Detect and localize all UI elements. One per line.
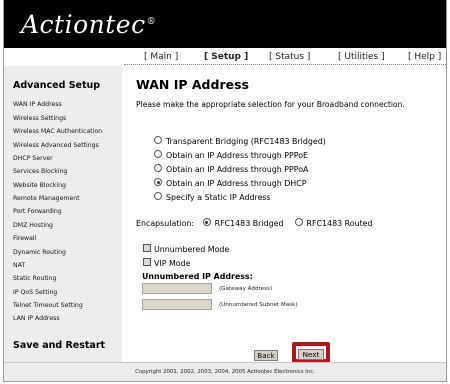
gateway-address-input[interactable] [142, 283, 212, 294]
sidebar-item-wireless-settings[interactable]: Wireless Settings [13, 115, 66, 122]
sidebar-item-dynamic-routing[interactable]: Dynamic Routing [13, 249, 66, 256]
unnumbered-mode-checkbox[interactable]: Unnumbered Mode [143, 244, 229, 254]
actiontec-logo: Actiontec® [21, 10, 157, 39]
option-pppoa[interactable]: Obtain an IP Address through PPPoA [154, 164, 308, 174]
radio-icon[interactable] [154, 164, 162, 172]
subnet-mask-label: (Unnumbered Subnet Mask) [219, 302, 298, 308]
radio-icon[interactable] [154, 136, 162, 144]
vip-mode-checkbox[interactable]: VIP Mode [143, 258, 191, 268]
radio-selected-icon[interactable] [154, 178, 162, 186]
nav-help[interactable]: [ Help ] [408, 52, 441, 62]
subnet-mask-input[interactable] [142, 299, 212, 310]
radio-icon[interactable] [154, 150, 162, 158]
sidebar-item-dhcp-server[interactable]: DHCP Server [13, 155, 53, 162]
encap-routed-label[interactable]: RFC1483 Routed [307, 219, 373, 228]
encap-bridged-label[interactable]: RFC1483 Bridged [215, 219, 284, 228]
page-title: WAN IP Address [136, 77, 249, 92]
gateway-address-label: (Gateway Address) [219, 286, 273, 292]
nav-divider [124, 64, 446, 65]
encapsulation-label: Encapsulation: [136, 219, 195, 228]
sidebar-item-nat[interactable]: NAT [13, 262, 25, 269]
option-static-ip[interactable]: Specify a Static IP Address [154, 192, 271, 202]
top-navigation: [ Main ] [ Setup ] [ Status ] [ Utilitie… [4, 52, 446, 64]
instruction-text: Please make the appropriate selection fo… [136, 100, 405, 109]
sidebar-item-services-blocking[interactable]: Services Blocking [13, 168, 67, 175]
sidebar-title: Advanced Setup [13, 80, 101, 91]
checkbox-icon[interactable] [143, 258, 151, 266]
nav-setup[interactable]: [ Setup ] [204, 52, 248, 62]
option-dhcp[interactable]: Obtain an IP Address through DHCP [154, 178, 307, 188]
sidebar-item-telnet-timeout-setting[interactable]: Telnet Timeout Setting [13, 302, 83, 309]
sidebar-item-wireless-mac-authentication[interactable]: Wireless MAC Authentication [13, 128, 102, 135]
sidebar-item-ip-qos-setting[interactable]: IP QoS Setting [13, 289, 57, 296]
copyright-footer: Copyright 2001, 2002, 2003, 2004, 2005 A… [4, 362, 446, 381]
header-bar: Actiontec® [4, 0, 446, 48]
next-button[interactable]: Next [298, 349, 324, 360]
encap-routed-radio-icon[interactable] [294, 218, 303, 226]
main-content: WAN IP Address Please make the appropria… [136, 66, 446, 363]
sidebar: Advanced Setup WAN IP Address Wireless S… [4, 66, 122, 362]
checkbox-icon[interactable] [143, 244, 151, 252]
sidebar-item-remote-management[interactable]: Remote Management [13, 195, 80, 202]
router-admin-page: Actiontec® [ Main ] [ Setup ] [ Status ]… [3, 0, 447, 382]
radio-icon[interactable] [154, 192, 162, 200]
sidebar-item-firewall[interactable]: Firewall [13, 235, 36, 242]
sidebar-item-wireless-advanced-settings[interactable]: Wireless Advanced Settings [13, 142, 99, 149]
save-and-restart-link[interactable]: Save and Restart [13, 340, 105, 351]
nav-main[interactable]: [ Main ] [144, 52, 178, 62]
sidebar-item-static-routing[interactable]: Static Routing [13, 275, 56, 282]
nav-status[interactable]: [ Status ] [269, 52, 310, 62]
sidebar-item-website-blocking[interactable]: Website Blocking [13, 182, 66, 189]
sidebar-item-lan-ip-address[interactable]: LAN IP Address [13, 315, 60, 322]
nav-utilities[interactable]: [ Utilities ] [338, 52, 385, 62]
sidebar-item-wan-ip-address[interactable]: WAN IP Address [13, 101, 62, 108]
sidebar-item-dmz-hosting[interactable]: DMZ Hosting [13, 222, 53, 229]
encap-bridged-radio-icon[interactable] [202, 218, 211, 226]
option-pppoe[interactable]: Obtain an IP Address through PPPoE [154, 150, 308, 160]
encapsulation-row: Encapsulation: RFC1483 Bridged RFC1483 R… [136, 218, 373, 228]
option-transparent-bridging[interactable]: Transparent Bridging (RFC1483 Bridged) [154, 136, 326, 146]
sidebar-item-port-forwarding[interactable]: Port Forwarding [13, 208, 62, 215]
back-button[interactable]: Back [254, 350, 278, 361]
unnumbered-ip-heading: Unnumbered IP Address: [142, 272, 253, 281]
